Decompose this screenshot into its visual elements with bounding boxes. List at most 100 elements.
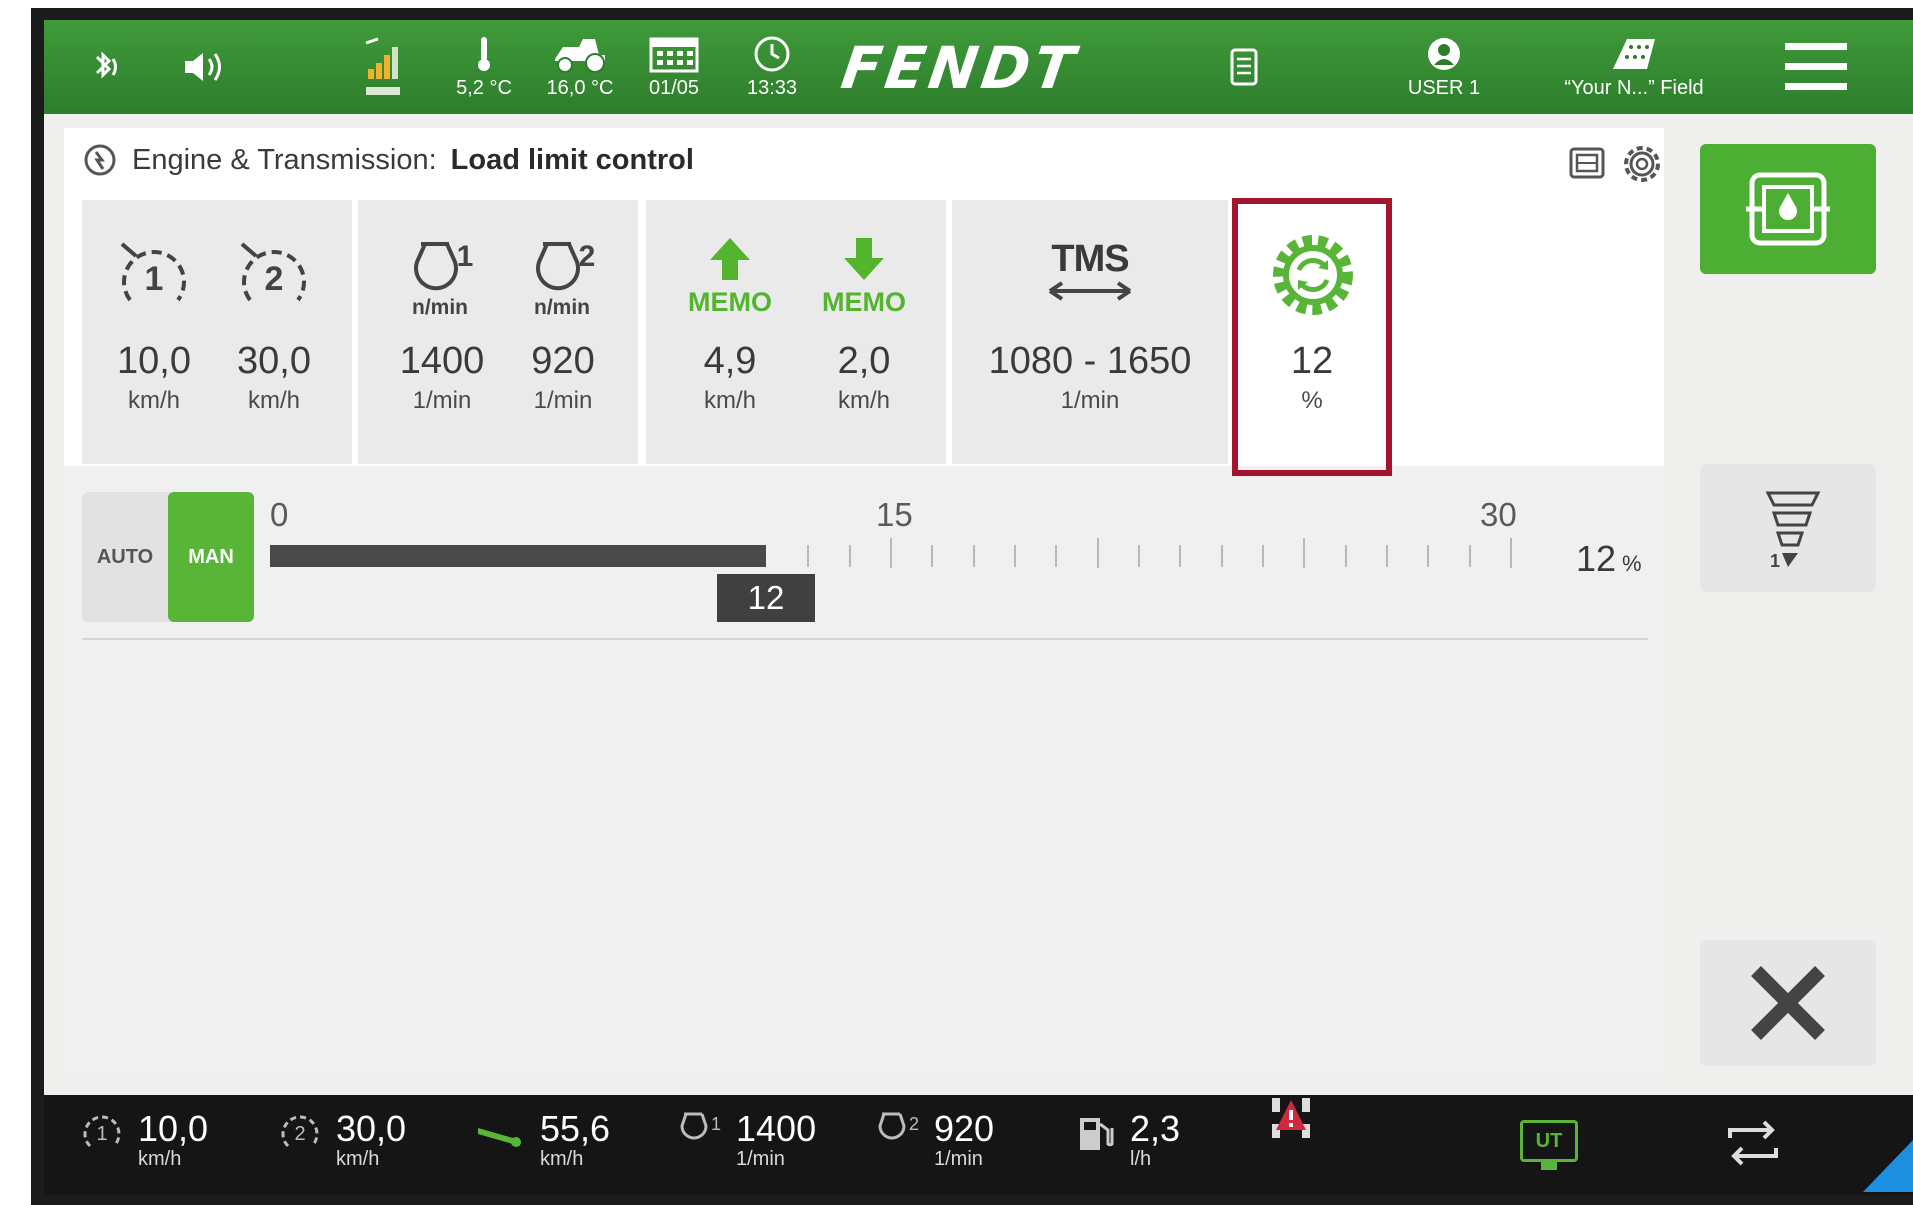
- settings-gear-icon[interactable]: [1620, 142, 1664, 186]
- fuel-pump-icon: [1080, 1118, 1114, 1150]
- load-limit-slider-fill[interactable]: [270, 545, 766, 567]
- swap-arrows-icon[interactable]: [1724, 1120, 1782, 1166]
- tms-label: TMS: [1051, 238, 1129, 280]
- slider-tick: [1427, 545, 1430, 567]
- memo-up-header: MEMO: [676, 236, 784, 318]
- corner-indicator: [1863, 1140, 1913, 1192]
- divider: [82, 638, 1648, 640]
- scale-max-label: 30: [1480, 496, 1517, 533]
- bluetooth-icon[interactable]: [70, 20, 140, 114]
- svg-text:2: 2: [294, 1123, 305, 1145]
- slider-tick: [1386, 545, 1388, 567]
- cruise-control-1-icon: 1: [83, 1115, 121, 1148]
- thermometer-icon: [478, 36, 490, 71]
- cruise-1-value: 10,0: [117, 340, 191, 382]
- gear-steps-button[interactable]: 1: [1700, 464, 1876, 592]
- bottom-cruise-1-value: 10,0: [138, 1108, 209, 1149]
- bottom-engine-2-value: 920: [934, 1108, 995, 1149]
- user-icon: [1428, 37, 1460, 70]
- engine-2-unit: 1/min: [533, 387, 593, 414]
- clock-icon: [754, 36, 790, 71]
- display-layout-icon[interactable]: [1568, 144, 1606, 182]
- bottom-cruise-1-unit: km/h: [138, 1148, 182, 1170]
- date-label: 01/05: [648, 76, 700, 99]
- engine-memory-1-header: 1 n/min: [390, 236, 490, 320]
- bottom-speed: 55,6 km/h: [476, 1110, 610, 1171]
- cruise-2-value: 30,0: [237, 340, 311, 382]
- slider-tick: [1344, 545, 1347, 567]
- accelerator-pedal-icon: [478, 1128, 521, 1147]
- document-icon[interactable]: [1214, 20, 1274, 114]
- engine-2-readout: 920 1/min: [508, 340, 618, 415]
- bottom-engine-2-unit: 1/min: [934, 1148, 983, 1170]
- bottom-fuel: 2,3 l/h: [1076, 1110, 1180, 1171]
- field-icon: [1613, 38, 1655, 69]
- memo-down-header: MEMO: [810, 236, 918, 318]
- slider-tick: [931, 545, 934, 567]
- auto-man-toggle[interactable]: AUTO MAN: [82, 492, 254, 622]
- menu-icon[interactable]: [1768, 20, 1864, 114]
- memo-down-value: 2,0: [837, 340, 891, 382]
- user-button[interactable]: USER 1: [1386, 20, 1502, 114]
- slider-tick: [1468, 545, 1471, 567]
- slider-tick: [1138, 545, 1140, 567]
- memo-up-label: MEMO: [688, 287, 772, 317]
- memo-up-value: 4,9: [703, 340, 757, 382]
- slider-tick: [1179, 545, 1182, 567]
- calendar-icon: [649, 37, 699, 72]
- outside-temperature: 5,2 °C: [444, 20, 524, 114]
- engine-temp-label: 16,0 °C: [546, 76, 614, 99]
- svg-text:1: 1: [711, 1114, 721, 1134]
- display-mode-button[interactable]: [1700, 144, 1876, 274]
- engine-speed-1-icon: 1: [680, 1112, 721, 1140]
- bottom-engine-1: 1 1400 1/min: [676, 1110, 816, 1171]
- engine-speed-2-icon: 2: [878, 1112, 919, 1140]
- engine-1-sub: n/min: [412, 296, 468, 319]
- ut-stand: [1541, 1162, 1557, 1170]
- slider-tick: [1262, 545, 1264, 567]
- tms-readout: 1080 - 1650 1/min: [970, 340, 1210, 415]
- cruise-2-unit: km/h: [247, 387, 300, 414]
- top-status-bar: 5,2 °C 16,0 °C 01/05 13:33 FENDT USER 1 …: [44, 20, 1913, 114]
- bottom-speed-value: 55,6: [540, 1108, 611, 1149]
- tms-value: 1080 - 1650: [988, 340, 1192, 382]
- ut-label: UT: [1520, 1120, 1578, 1162]
- tms-header: TMS: [980, 238, 1200, 306]
- page-title: Engine & Transmission: Load limit contro…: [82, 140, 694, 180]
- svg-text:2: 2: [265, 260, 284, 298]
- bottom-speed-unit: km/h: [540, 1148, 584, 1170]
- signal-strength-icon: [350, 20, 416, 114]
- auto-option[interactable]: AUTO: [82, 492, 168, 622]
- title-prefix: Engine & Transmission:: [132, 143, 437, 176]
- date-display: 01/05: [636, 20, 712, 114]
- bottom-engine-2: 2 920 1/min: [874, 1110, 994, 1171]
- user-label: USER 1: [1407, 76, 1481, 99]
- scale-mid-label: 15: [876, 496, 913, 533]
- bottom-fuel-unit: l/h: [1130, 1148, 1152, 1170]
- engine-temperature: 16,0 °C: [532, 20, 628, 114]
- svg-text:2: 2: [579, 240, 595, 273]
- slider-handle-value[interactable]: 12: [717, 574, 815, 622]
- bottom-cruise-2-value: 30,0: [336, 1108, 407, 1149]
- field-button[interactable]: “Your N...” Field: [1534, 20, 1734, 114]
- slider-tick: [1014, 545, 1016, 567]
- outside-temp-label: 5,2 °C: [456, 76, 512, 99]
- slider-readout-value: 12: [1576, 538, 1617, 579]
- man-option[interactable]: MAN: [168, 492, 254, 622]
- slider-tick: [848, 545, 851, 567]
- engine-2-value: 920: [531, 340, 595, 382]
- tractor-warning-icon[interactable]: [1268, 1094, 1314, 1144]
- double-arrow-icon: [1048, 281, 1132, 301]
- engine-1-readout: 1400 1/min: [382, 340, 502, 415]
- ut-button[interactable]: UT: [1520, 1120, 1578, 1170]
- engine-1-value: 1400: [399, 340, 485, 382]
- svg-text:1: 1: [96, 1123, 107, 1145]
- slider-tick: [972, 545, 975, 567]
- memo-down-unit: km/h: [837, 387, 890, 414]
- engine-2-sub: n/min: [534, 296, 590, 319]
- memo-up-readout: 4,9 km/h: [676, 340, 784, 415]
- volume-icon[interactable]: [164, 20, 244, 114]
- cruise-control-2-icon: 2: [240, 242, 306, 302]
- close-button[interactable]: [1700, 940, 1876, 1066]
- engine-speed-2-icon: 2: [536, 240, 595, 291]
